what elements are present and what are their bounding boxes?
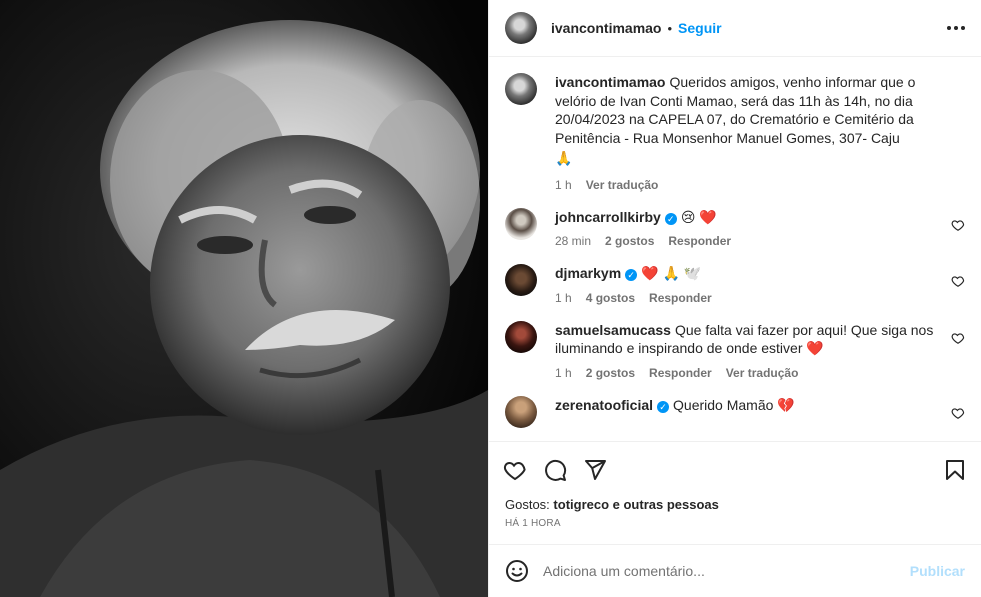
instagram-post: ivancontimamao • Seguir ivancontimamao Qu…: [0, 0, 981, 597]
comments-list[interactable]: ivancontimamao Queridos amigos, venho inf…: [489, 57, 981, 441]
emoji-icon[interactable]: [505, 559, 529, 583]
comment-like-heart-icon[interactable]: [951, 218, 965, 232]
action-bar: [489, 441, 981, 497]
comment-likes[interactable]: 4 gostos: [586, 291, 635, 305]
post-side-panel: ivancontimamao • Seguir ivancontimamao Qu…: [488, 0, 981, 597]
follow-button[interactable]: Seguir: [678, 20, 722, 36]
bookmark-icon[interactable]: [943, 458, 967, 482]
comment-avatar[interactable]: [505, 320, 537, 353]
comment-time[interactable]: 28 min: [555, 234, 591, 248]
comment-username[interactable]: johncarrollkirby: [555, 209, 661, 225]
comment-like-heart-icon[interactable]: [951, 274, 965, 288]
comment-avatar[interactable]: [505, 395, 537, 428]
verified-icon: ✓: [625, 269, 638, 281]
comment-text: ❤️ 🙏 🕊️: [641, 265, 702, 281]
comment-input[interactable]: Adiciona um comentário...: [543, 563, 910, 579]
caption-translate-link[interactable]: Ver tradução: [586, 178, 659, 192]
caption: ivancontimamao Queridos amigos, venho inf…: [505, 73, 965, 192]
comment-time[interactable]: 1 h: [555, 291, 572, 305]
comment-username[interactable]: djmarkym: [555, 265, 621, 281]
reply-button[interactable]: Responder: [649, 291, 712, 305]
publish-button[interactable]: Publicar: [910, 563, 965, 579]
likes-section: Gostos: totigreco e outras pessoas HÁ 1 …: [489, 497, 981, 529]
post-header: ivancontimamao • Seguir: [489, 0, 981, 57]
comment-likes[interactable]: 2 gostos: [605, 234, 654, 248]
heart-icon[interactable]: [503, 458, 527, 482]
caption-username[interactable]: ivancontimamao: [555, 74, 665, 90]
verified-icon: ✓: [657, 400, 670, 413]
author-avatar[interactable]: [505, 12, 537, 44]
pray-emoji: 🙏: [555, 150, 573, 166]
comment-like-heart-icon[interactable]: [951, 331, 965, 345]
comment-avatar[interactable]: [505, 264, 537, 296]
separator-dot: •: [667, 20, 673, 36]
author-username[interactable]: ivancontimamao: [551, 20, 661, 36]
comment-avatar[interactable]: [505, 207, 537, 240]
add-comment-bar: Adiciona um comentário... Publicar: [489, 544, 981, 597]
portrait-image: [0, 0, 488, 597]
comment-icon[interactable]: [543, 458, 567, 482]
comment-username[interactable]: samuelsamucass: [555, 322, 671, 338]
comment-translate-link[interactable]: Ver tradução: [726, 366, 799, 380]
comment-item: zerenatooficial ✓ Querido Mamão 💔: [505, 395, 965, 428]
comment-time[interactable]: 1 h: [555, 366, 572, 380]
caption-avatar[interactable]: [505, 73, 537, 105]
reply-button[interactable]: Responder: [649, 366, 712, 380]
reply-button[interactable]: Responder: [668, 234, 731, 248]
likes-text[interactable]: totigreco e outras pessoas: [553, 497, 718, 512]
comment-like-heart-icon[interactable]: [951, 406, 965, 420]
comment-item: djmarkym ✓ ❤️ 🙏 🕊️ 1 h 4 gostos Responder: [505, 264, 965, 305]
verified-icon: ✓: [664, 212, 677, 225]
comment-likes[interactable]: 2 gostos: [586, 366, 635, 380]
likes-prefix: Gostos:: [505, 497, 550, 512]
caption-time[interactable]: 1 h: [555, 178, 572, 192]
comment-item: samuelsamucass Que falta vai fazer por aq…: [505, 320, 965, 380]
post-time[interactable]: HÁ 1 HORA: [505, 518, 965, 529]
post-photo[interactable]: [0, 0, 488, 597]
share-icon[interactable]: [583, 458, 607, 482]
comment-text: 😢 ❤️: [680, 208, 717, 225]
more-icon[interactable]: [947, 26, 965, 30]
comment-username[interactable]: zerenatooficial: [555, 397, 653, 413]
comment-text: Querido Mamão 💔: [673, 396, 795, 413]
comment-item: johncarrollkirby ✓ 😢 ❤️ 28 min 2 gostos Re…: [505, 207, 965, 248]
